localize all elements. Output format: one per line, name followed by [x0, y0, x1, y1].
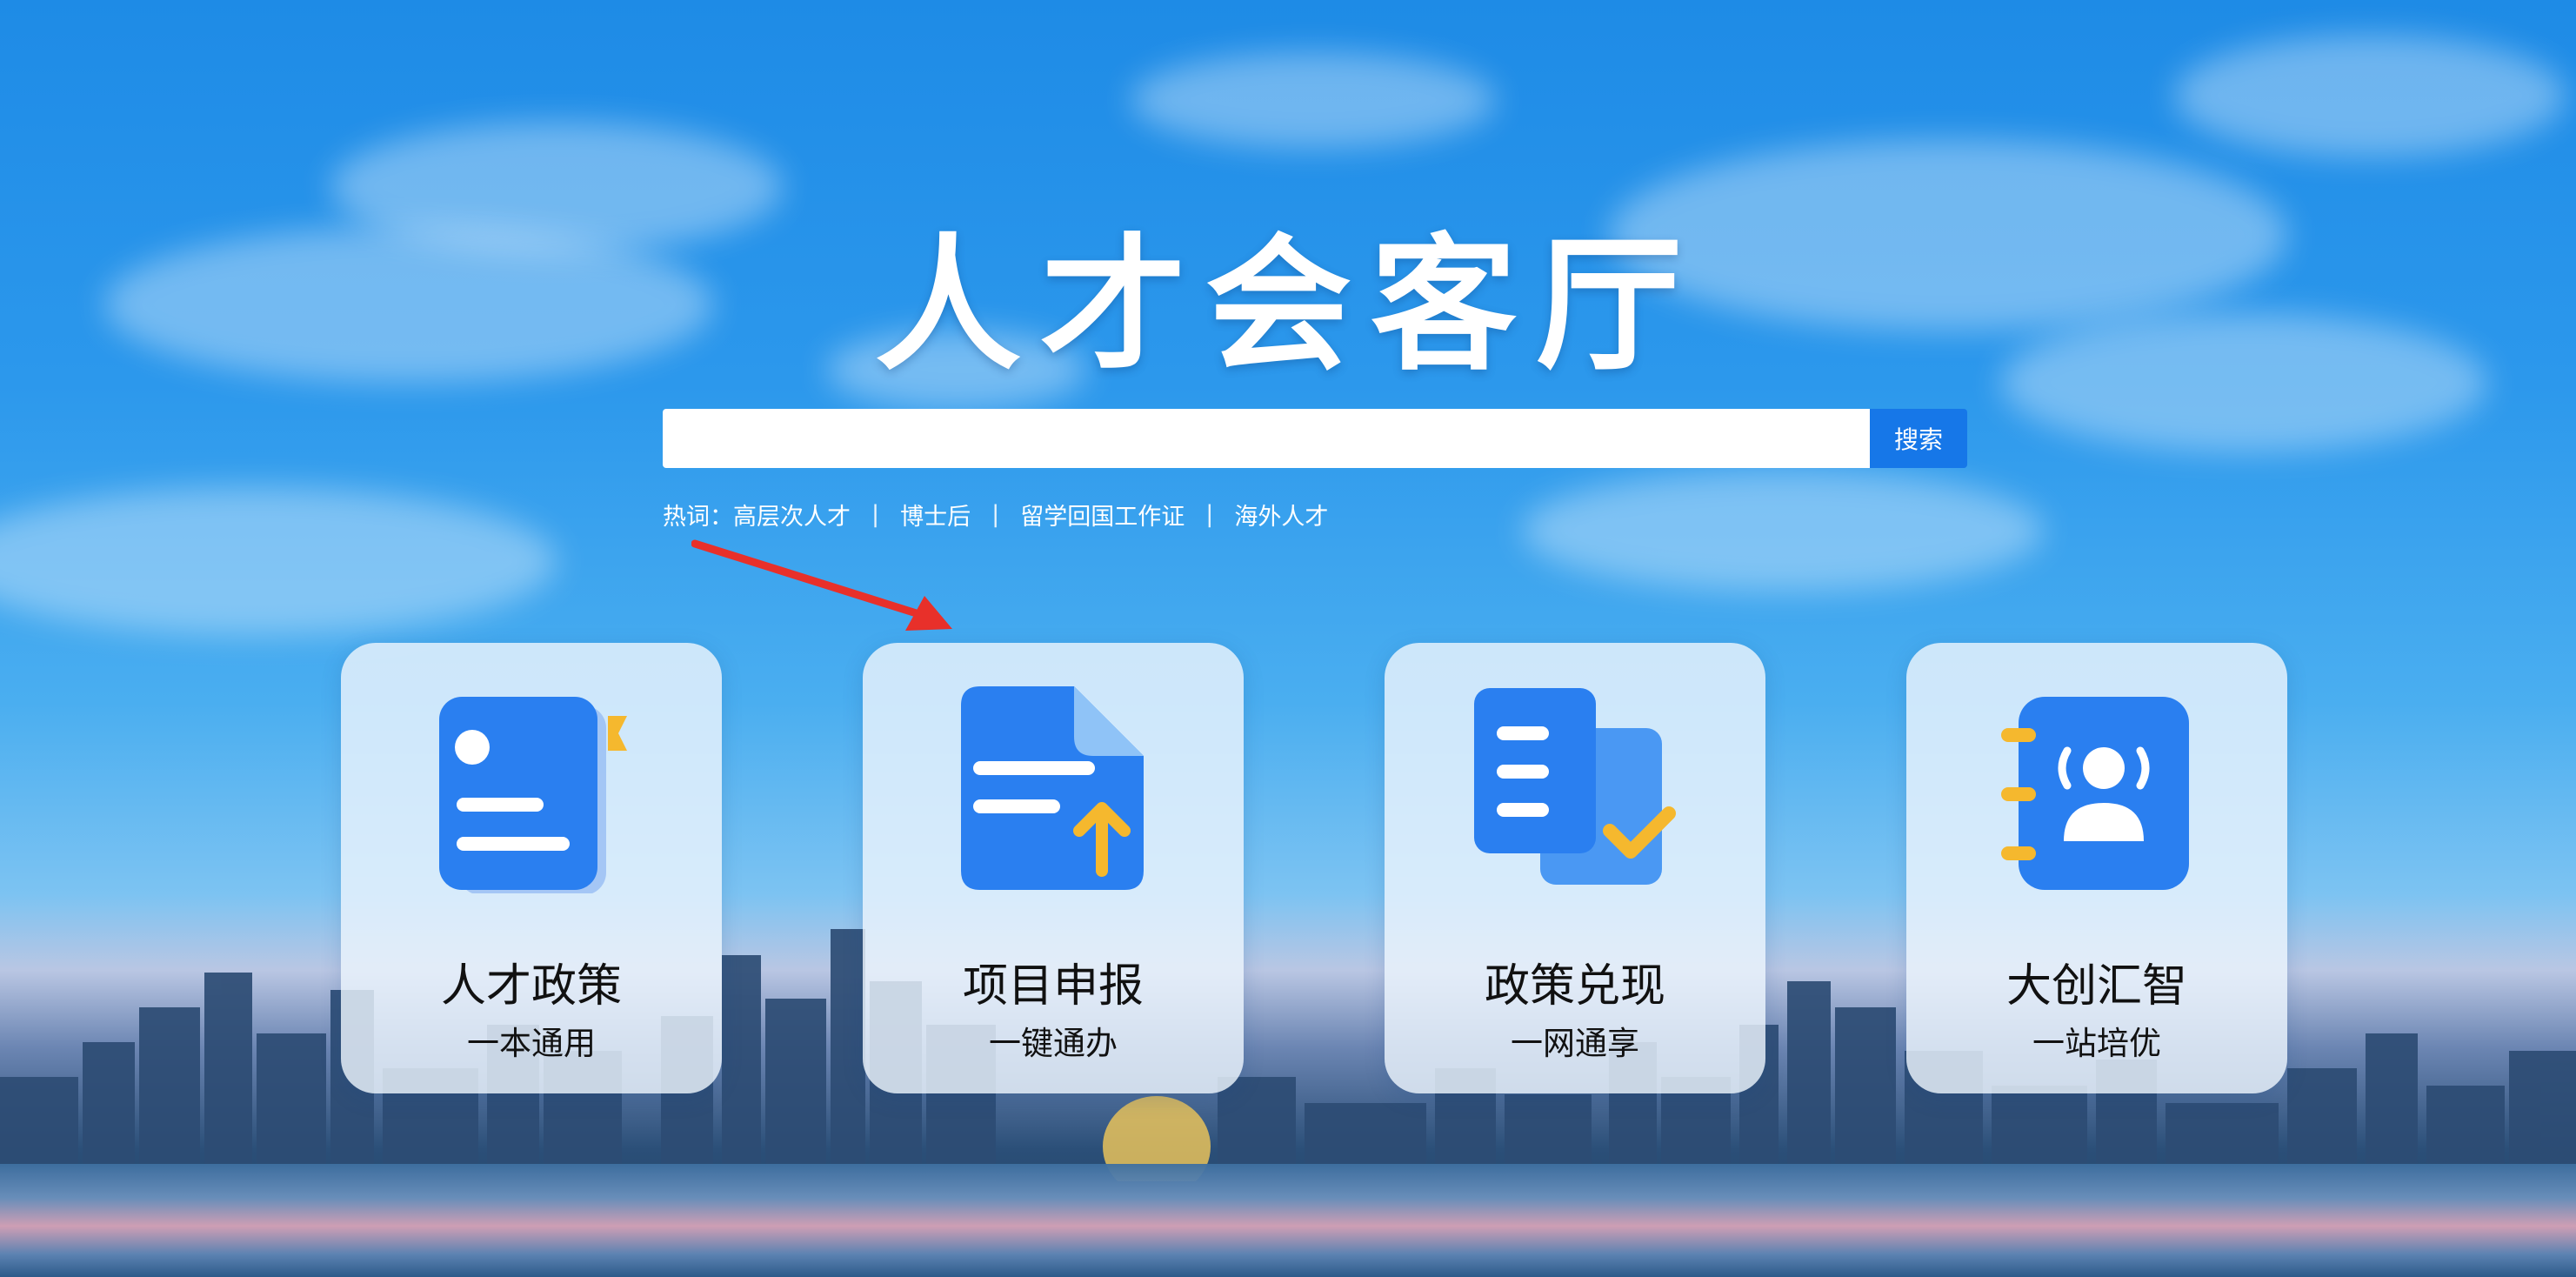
file-upload-icon	[961, 686, 1144, 890]
card-title: 人才政策	[440, 960, 622, 1013]
page-title: 人才会客厅	[875, 220, 1701, 391]
hotword-link[interactable]: 博士后	[900, 498, 971, 532]
card-subtitle: 一站培优	[2032, 1025, 2161, 1062]
contact-book-icon	[2001, 697, 2189, 890]
hotword-link[interactable]: 高层次人才	[733, 498, 851, 532]
card-talent-policy[interactable]: 人才政策 一本通用	[341, 643, 722, 1093]
card-title: 大创汇智	[2005, 960, 2187, 1013]
card-policy-redemption[interactable]: 政策兑现 一网通享	[1385, 643, 1765, 1093]
search-button[interactable]: 搜索	[1870, 409, 1967, 468]
hotword-link[interactable]: 留学回国工作证	[1020, 498, 1185, 532]
hotword-separator: |	[871, 501, 880, 528]
card-subtitle: 一本通用	[467, 1025, 596, 1062]
search-input[interactable]	[663, 409, 1870, 468]
card-innovation-hub[interactable]: 大创汇智 一站培优	[1906, 643, 2287, 1093]
hotword-link[interactable]: 海外人才	[1234, 498, 1328, 532]
card-title: 项目申报	[962, 960, 1144, 1013]
hotword-separator: |	[991, 501, 1000, 528]
card-title: 政策兑现	[1484, 960, 1665, 1013]
policy-document-icon	[439, 697, 627, 893]
search-bar: 搜索	[663, 409, 1967, 468]
card-subtitle: 一网通享	[1511, 1025, 1639, 1062]
card-project-application[interactable]: 项目申报 一键通办	[863, 643, 1244, 1093]
document-check-icon	[1474, 688, 1676, 885]
annotation-arrow-icon	[691, 539, 952, 631]
hotwords: 热词： 高层次人才 | 博士后 | 留学回国工作证 | 海外人才	[663, 498, 1328, 532]
card-subtitle: 一键通办	[989, 1025, 1118, 1062]
hotword-separator: |	[1205, 501, 1214, 528]
hotwords-label: 热词：	[663, 504, 733, 531]
river-reflection	[0, 1164, 2576, 1277]
